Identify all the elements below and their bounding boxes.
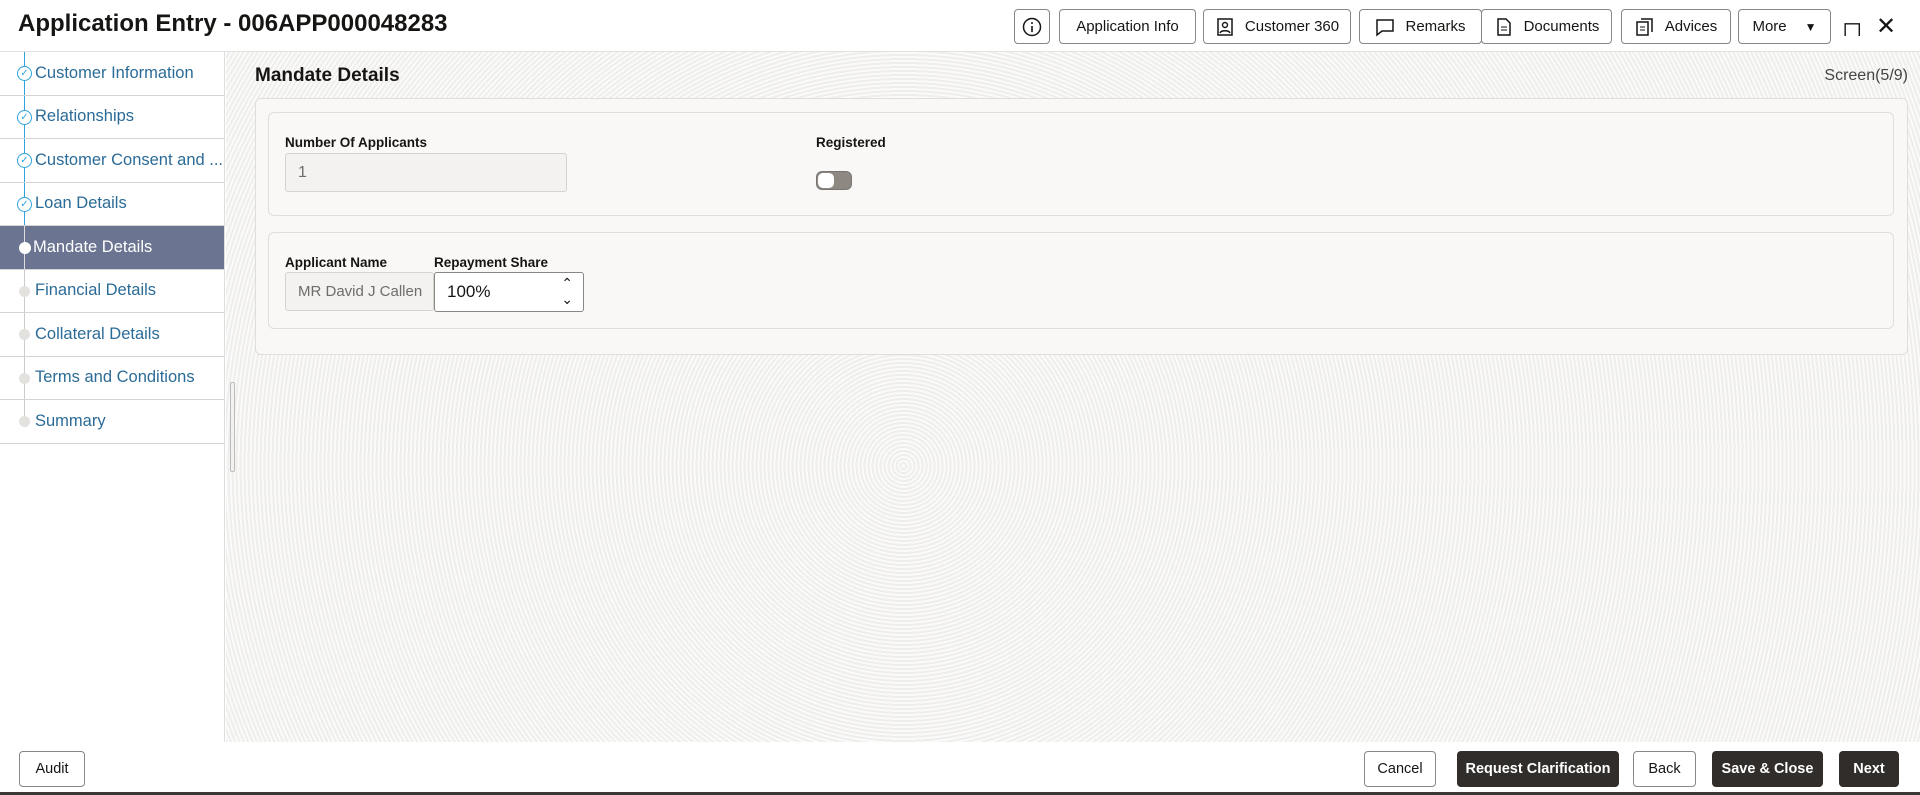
pending-step-icon: [19, 416, 30, 427]
header: Application Entry - 006APP000048283 Appl…: [0, 0, 1920, 52]
main-content: Mandate Details Screen(5/9) Number Of Ap…: [226, 52, 1920, 742]
sidebar-item-collateral-details[interactable]: Collateral Details: [0, 313, 224, 357]
sidebar-item-summary[interactable]: Summary: [0, 400, 224, 444]
sidebar-item-label: Financial Details: [35, 281, 157, 300]
check-icon: ✓: [17, 196, 32, 212]
sidebar-item-label: Terms and Conditions: [35, 368, 195, 387]
repayment-share-label: Repayment Share: [434, 255, 549, 270]
advices-button[interactable]: Advices: [1621, 9, 1731, 44]
section-title: Mandate Details: [255, 65, 400, 86]
application-info-label: Application Info: [1076, 18, 1179, 35]
number-of-applicants-field[interactable]: 1: [285, 153, 567, 192]
more-dropdown[interactable]: More ▼: [1738, 9, 1831, 44]
sidebar-item-label: Collateral Details: [35, 324, 160, 343]
pending-step-icon: [19, 329, 30, 340]
current-step-icon: [19, 242, 31, 254]
back-button[interactable]: Back: [1633, 751, 1696, 787]
page-header-title: Application Entry - 006APP000048283: [18, 10, 448, 37]
mandate-panel: Number Of Applicants 1 Registered Applic…: [255, 98, 1908, 355]
applicants-section: Number Of Applicants 1 Registered: [268, 112, 1894, 216]
documents-label: Documents: [1523, 18, 1600, 35]
registered-toggle[interactable]: [816, 171, 852, 190]
sidebar-item-label: Mandate Details: [33, 237, 153, 256]
repayment-share-value: 100%: [447, 282, 491, 301]
customer-360-button[interactable]: Customer 360: [1203, 9, 1351, 44]
sidebar-item-label: Relationships: [35, 107, 135, 126]
sidebar-item-label: Loan Details: [35, 194, 127, 213]
sidebar-item-relationships[interactable]: ✓ Relationships: [0, 95, 224, 139]
remarks-label: Remarks: [1405, 18, 1466, 35]
step-navigation: ✓ Customer Information ✓ Relationships ✓ Cu…: [0, 52, 225, 742]
close-icon[interactable]: ✕: [1876, 12, 1896, 41]
customer-360-label: Customer 360: [1244, 18, 1340, 35]
document-icon: [1496, 17, 1511, 36]
sidebar-item-customer-information[interactable]: ✓ Customer Information: [0, 52, 224, 96]
documents-button[interactable]: Documents: [1481, 9, 1612, 44]
sidebar-item-loan-details[interactable]: ✓ Loan Details: [0, 182, 224, 226]
number-of-applicants-label: Number Of Applicants: [285, 135, 428, 150]
advices-label: Advices: [1664, 18, 1718, 35]
sidebar-item-customer-consent[interactable]: ✓ Customer Consent and ...: [0, 139, 224, 183]
increment-icon[interactable]: ⌃: [561, 275, 573, 291]
check-icon: ✓: [17, 109, 32, 125]
application-info-button[interactable]: Application Info: [1059, 9, 1196, 44]
remarks-button[interactable]: Remarks: [1359, 9, 1482, 44]
customer-icon: [1217, 17, 1233, 36]
registered-label: Registered: [816, 135, 886, 150]
check-icon: ✓: [17, 153, 32, 168]
save-close-button[interactable]: Save & Close: [1712, 751, 1823, 787]
next-button[interactable]: Next: [1839, 751, 1899, 787]
sidebar-item-label: Customer Information: [35, 63, 194, 82]
sidebar-item-terms-and-conditions[interactable]: Terms and Conditions: [0, 356, 224, 400]
caret-down-icon: ▼: [1804, 19, 1817, 34]
audit-button[interactable]: Audit: [19, 751, 85, 787]
decrement-icon[interactable]: ⌄: [561, 291, 573, 307]
repayment-share-stepper[interactable]: 100% ⌃ ⌄: [434, 272, 584, 312]
collapse-icon[interactable]: ┌┐: [1838, 13, 1866, 36]
comment-icon: [1376, 18, 1395, 37]
check-icon: ✓: [17, 66, 32, 81]
screen-indicator: Screen(5/9): [1824, 67, 1908, 84]
sidebar-item-label: Summary: [35, 411, 106, 430]
pending-step-icon: [19, 372, 30, 384]
pending-step-icon: [19, 285, 30, 297]
more-label: More: [1752, 18, 1787, 35]
info-icon: [1022, 17, 1042, 36]
repayment-section: Applicant Name Repayment Share MR David …: [268, 232, 1894, 329]
sidebar-resize-handle[interactable]: [230, 382, 235, 472]
footer: Audit Cancel Request Clarification Back …: [0, 742, 1920, 795]
info-button[interactable]: [1014, 9, 1050, 44]
sidebar-item-financial-details[interactable]: Financial Details: [0, 269, 224, 313]
sidebar-item-mandate-details[interactable]: Mandate Details: [0, 226, 224, 270]
applicant-name-label: Applicant Name: [285, 255, 388, 270]
applicant-name-field: MR David J Callen: [285, 272, 434, 311]
cancel-button[interactable]: Cancel: [1364, 751, 1436, 787]
sidebar-item-label: Customer Consent and ...: [35, 150, 224, 169]
advices-icon: [1635, 17, 1653, 36]
request-clarification-button[interactable]: Request Clarification: [1457, 751, 1619, 787]
